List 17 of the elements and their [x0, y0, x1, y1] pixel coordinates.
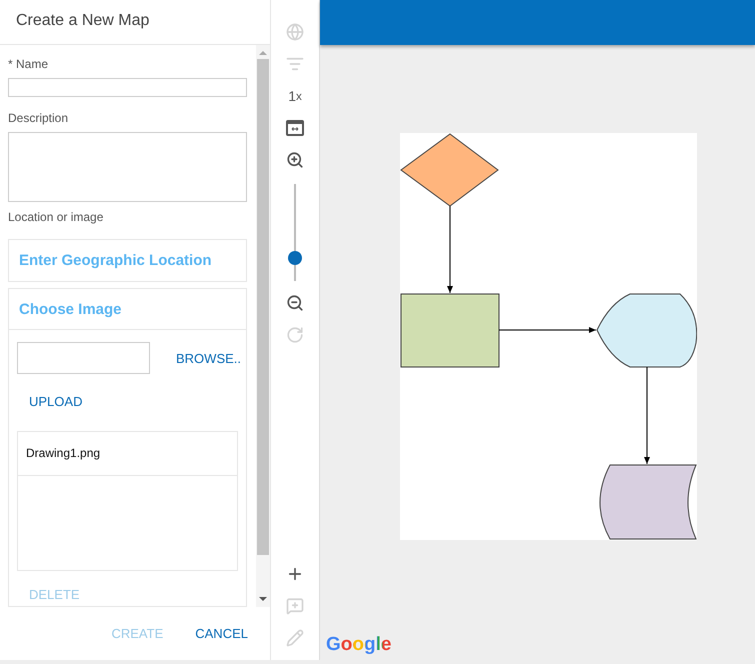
field-label: Description	[8, 111, 70, 125]
fit-screen-button[interactable]	[285, 118, 305, 138]
description-field[interactable]	[8, 132, 247, 202]
upload-button[interactable]: UPLOAD	[23, 390, 88, 413]
field-label: Location or image	[8, 210, 104, 224]
zoom-slider-thumb[interactable]	[288, 250, 302, 265]
panel-title: Create a New Map	[0, 0, 270, 45]
name-field[interactable]	[8, 78, 247, 97]
footer-button[interactable]: CANCEL	[189, 622, 254, 645]
zoom-in-button[interactable]	[285, 150, 305, 170]
google-logo: Google	[326, 634, 392, 656]
zoom-out-button[interactable]	[285, 293, 305, 313]
file-list-item[interactable]: Drawing1.png	[18, 432, 237, 476]
file-field[interactable]	[17, 342, 150, 374]
scrollbar[interactable]	[256, 45, 270, 607]
browse-button[interactable]: BROWSE..	[170, 346, 248, 370]
field-label: * Name	[8, 57, 50, 71]
